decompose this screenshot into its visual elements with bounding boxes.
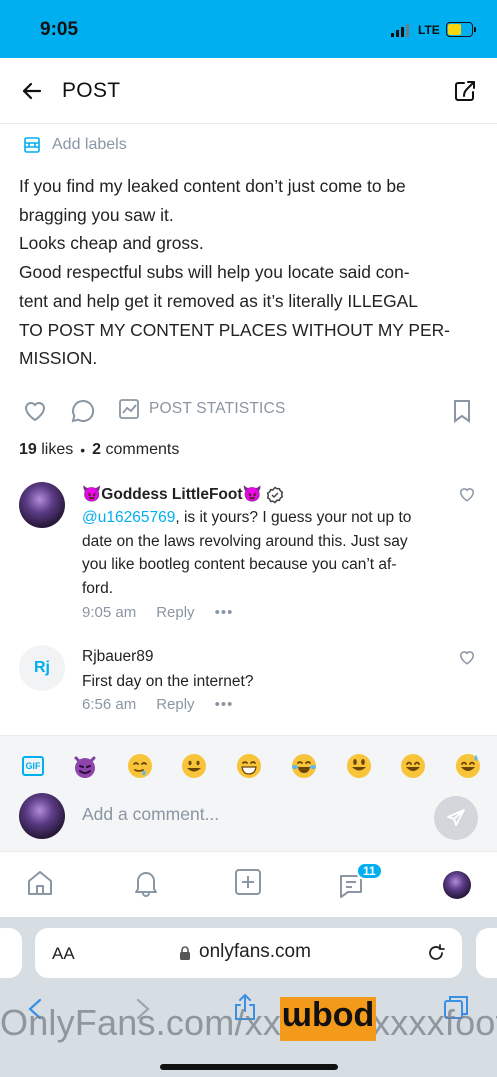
label-icon bbox=[24, 137, 40, 153]
post-line: If you find my leaked content don’t just… bbox=[19, 176, 406, 196]
comment-text: @u16265769, is it yours? I guess your no… bbox=[82, 506, 452, 600]
address-bar[interactable]: AA onlyfans.com bbox=[35, 928, 462, 978]
likes-count[interactable]: 19 bbox=[19, 441, 37, 459]
grinning-big-eyes-emoji-icon[interactable] bbox=[345, 752, 373, 780]
likes-label: likes bbox=[41, 441, 74, 458]
comments-label: comments bbox=[105, 441, 180, 458]
comment-line: you like bootleg content because you can… bbox=[82, 556, 397, 573]
counts-separator: • bbox=[80, 442, 86, 458]
home-indicator bbox=[160, 1064, 338, 1070]
send-button[interactable] bbox=[434, 796, 478, 840]
watermark-box: poqm bbox=[280, 997, 376, 1041]
arrow-left-icon[interactable] bbox=[20, 79, 44, 103]
post-statistics-label: POST STATISTICS bbox=[149, 400, 286, 417]
comment-heart-icon[interactable] bbox=[458, 649, 476, 666]
comment-heart-icon[interactable] bbox=[458, 486, 476, 503]
comment-author[interactable]: Rjbauer89 bbox=[82, 648, 154, 666]
post-line: Good respectful subs will help you locat… bbox=[19, 262, 410, 283]
comment-time: 6:56 am bbox=[82, 696, 137, 713]
watermark-text: OnlyFans.com/xxxxxxxxxxxfoot.xxx bbox=[0, 1002, 497, 1043]
beaming-face-emoji-icon[interactable] bbox=[235, 752, 263, 780]
comment-text: First day on the internet? bbox=[82, 670, 452, 694]
avatar[interactable] bbox=[19, 482, 65, 528]
messages-badge: 11 bbox=[356, 862, 383, 880]
reply-button[interactable]: Reply bbox=[156, 604, 194, 621]
grinning-face-emoji-icon[interactable] bbox=[180, 752, 208, 780]
comment-input[interactable] bbox=[82, 804, 412, 825]
comment-item: 😈Goddess LittleFoot😈 @u16265769, is it y… bbox=[0, 478, 497, 628]
grinning-smiling-eyes-emoji-icon[interactable] bbox=[399, 752, 427, 780]
emoji-row: GIF bbox=[22, 752, 482, 780]
comment-line: ford. bbox=[82, 579, 114, 597]
avatar[interactable]: Rj bbox=[19, 645, 65, 691]
smiling-devil-emoji-icon[interactable] bbox=[71, 752, 99, 780]
drooling-face-emoji-icon[interactable] bbox=[126, 752, 154, 780]
previous-tab-pill[interactable] bbox=[0, 928, 22, 978]
grinning-sweat-emoji-icon[interactable] bbox=[454, 752, 482, 780]
heart-icon[interactable] bbox=[22, 399, 48, 423]
share-out-icon[interactable] bbox=[452, 78, 478, 104]
post-statistics-button[interactable]: POST STATISTICS bbox=[118, 398, 286, 420]
comment-author-name: Rjbauer89 bbox=[82, 648, 154, 665]
comment-meta: 6:56 am Reply ••• bbox=[82, 696, 233, 713]
bottom-nav: 11 bbox=[0, 851, 497, 917]
post-counts: 19 likes • 2 comments bbox=[19, 441, 179, 459]
gif-icon[interactable]: GIF bbox=[22, 756, 44, 776]
comment-meta: 9:05 am Reply ••• bbox=[82, 604, 233, 621]
post-line: TO POST MY CONTENT PLACES WITHOUT MY PER… bbox=[19, 319, 450, 340]
comment-time: 9:05 am bbox=[82, 604, 137, 621]
url-text: onlyfans.com bbox=[199, 941, 311, 962]
more-options-button[interactable]: ••• bbox=[215, 696, 234, 713]
post-line: bragging you saw it. bbox=[19, 204, 174, 225]
status-bar: 9:05 LTE bbox=[0, 0, 497, 58]
bookmark-icon[interactable] bbox=[452, 399, 472, 423]
post-line: MISSION. bbox=[19, 348, 98, 369]
battery-icon bbox=[446, 22, 473, 37]
signal-icon bbox=[391, 24, 409, 37]
lock-icon bbox=[180, 946, 190, 960]
comment-author[interactable]: 😈Goddess LittleFoot😈 bbox=[82, 485, 284, 504]
comment-item: Rj Rjbauer89 First day on the internet? … bbox=[0, 645, 497, 725]
post-line: Looks cheap and gross. bbox=[19, 233, 204, 254]
post-body: If you find my leaked content don’t just… bbox=[19, 172, 459, 373]
avatar-initials: Rj bbox=[34, 659, 50, 676]
next-tab-pill[interactable] bbox=[476, 928, 497, 978]
post-line: tent and help get it removed as it’s lit… bbox=[19, 290, 418, 311]
post-actions: POST STATISTICS bbox=[0, 397, 497, 427]
verified-icon bbox=[266, 486, 283, 503]
mention-link[interactable]: @u16265769 bbox=[82, 509, 175, 526]
chart-icon bbox=[119, 399, 139, 419]
current-user-avatar bbox=[19, 793, 65, 839]
profile-avatar[interactable] bbox=[443, 871, 471, 899]
comment-line: , is it yours? I guess your not up to bbox=[175, 509, 412, 526]
post-header: POST bbox=[0, 58, 497, 124]
comment-icon[interactable] bbox=[70, 398, 96, 424]
battery-tip bbox=[474, 27, 476, 32]
comment-line: date on the laws revolving around this. … bbox=[82, 532, 408, 550]
comment-line: First day on the internet? bbox=[82, 673, 254, 690]
page-title: POST bbox=[62, 79, 121, 102]
reply-button[interactable]: Reply bbox=[156, 696, 194, 713]
more-options-button[interactable]: ••• bbox=[215, 604, 234, 621]
comment-composer: GIF bbox=[0, 735, 497, 851]
add-labels-label: Add labels bbox=[52, 136, 127, 153]
bell-icon[interactable] bbox=[131, 868, 161, 898]
comment-author-name: 😈Goddess LittleFoot😈 bbox=[82, 486, 262, 503]
comments-count[interactable]: 2 bbox=[92, 441, 101, 459]
add-labels-button[interactable]: Add labels bbox=[22, 135, 127, 155]
reload-icon[interactable] bbox=[425, 942, 447, 964]
tears-of-joy-emoji-icon[interactable] bbox=[290, 752, 318, 780]
browser-chrome: AA onlyfans.com OnlyFans.com/xxxxxxxxxxx… bbox=[0, 917, 497, 1077]
network-label: LTE bbox=[418, 23, 440, 37]
reader-options-button[interactable]: AA bbox=[52, 944, 75, 964]
add-post-icon[interactable] bbox=[234, 868, 262, 896]
home-icon[interactable] bbox=[25, 868, 55, 898]
send-icon bbox=[447, 809, 465, 826]
status-time: 9:05 bbox=[40, 19, 79, 40]
